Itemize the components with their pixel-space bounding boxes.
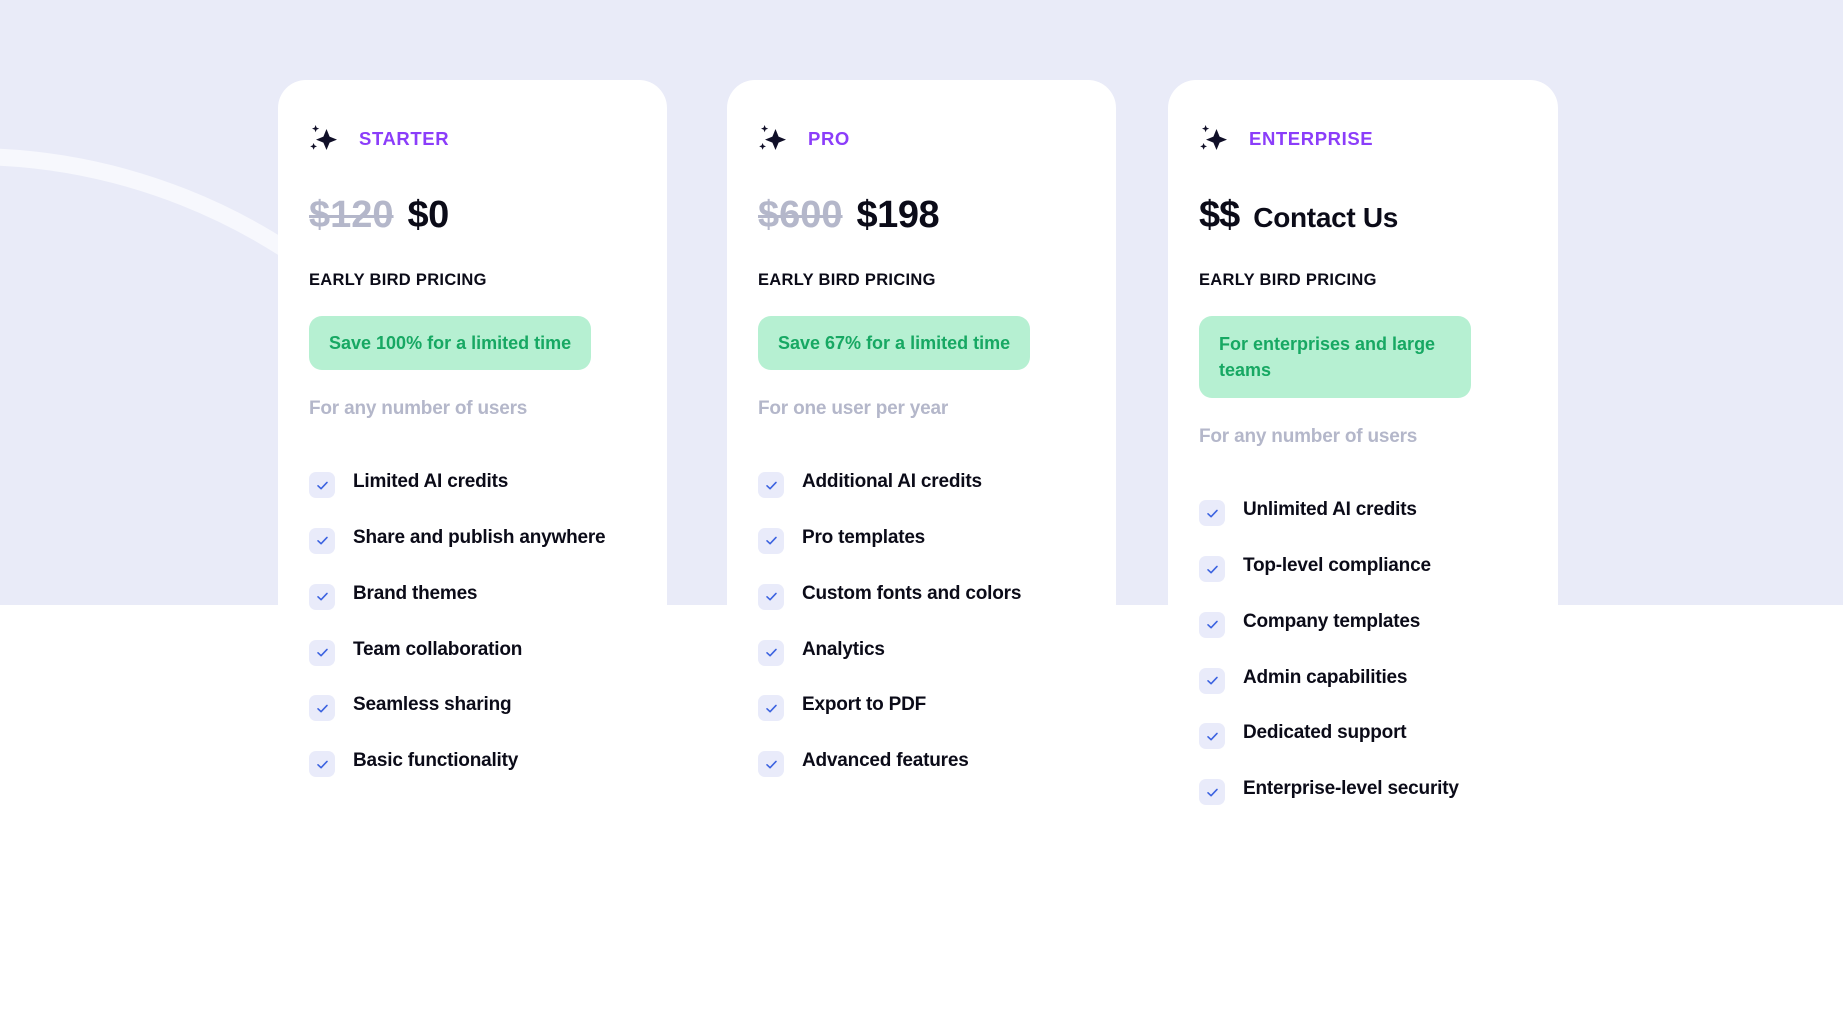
pricing-card-enterprise[interactable]: ENTERPRISE $$ Contact Us EARLY BIRD PRICING…: [1168, 80, 1558, 1035]
feature-label: Limited AI credits: [353, 471, 509, 493]
feature-label: Analytics: [802, 638, 885, 660]
feature-label: Advanced features: [802, 750, 969, 772]
original-price: $600: [758, 194, 843, 236]
feature-label: Pro templates: [802, 526, 926, 548]
check-icon: [1199, 500, 1225, 527]
user-scope-note: For one user per year: [758, 398, 949, 420]
feature-item: Unlimited AI credits: [1199, 498, 1527, 527]
user-scope-note: For any number of users: [1199, 426, 1418, 448]
check-icon: [1199, 779, 1225, 806]
feature-label: Basic functionality: [353, 750, 519, 772]
sparkle-icon: [309, 123, 339, 155]
check-icon: [309, 639, 335, 666]
feature-label: Team collaboration: [353, 638, 523, 660]
tier-label: PRO: [808, 128, 850, 149]
feature-item: Pro templates: [758, 526, 1085, 555]
check-icon: [1199, 723, 1225, 750]
feature-label: Export to PDF: [802, 694, 927, 716]
price-row: $120 $0: [309, 194, 636, 237]
pricing-cards-container: STARTER $120 $0 EARLY BIRD PRICING Save 100%…: [0, 0, 1843, 1035]
price-row: $600 $198: [758, 194, 1085, 237]
feature-item: Export to PDF: [758, 693, 1085, 722]
feature-item: Team collaboration: [309, 638, 636, 667]
check-icon: [309, 583, 335, 610]
feature-item: Additional AI credits: [758, 470, 1085, 499]
feature-item: Limited AI credits: [309, 470, 636, 499]
badge-wrapper: Save 100% for a limited time: [309, 290, 636, 371]
feature-label: Admin capabilities: [1243, 666, 1408, 688]
badge-wrapper: Save 67% for a limited time: [758, 290, 1085, 371]
tier-header: ENTERPRISE: [1199, 122, 1527, 156]
check-icon: [309, 751, 335, 778]
early-bird-eyebrow: EARLY BIRD PRICING: [1199, 271, 1377, 289]
feature-label: Company templates: [1243, 610, 1421, 632]
feature-item: Enterprise-level security: [1199, 777, 1527, 806]
feature-item: Brand themes: [309, 582, 636, 611]
check-icon: [1199, 667, 1225, 694]
badge-wrapper: For enterprises and large teams: [1199, 290, 1527, 399]
current-price: $0: [407, 194, 450, 236]
early-bird-eyebrow: EARLY BIRD PRICING: [758, 271, 936, 289]
feature-item: Dedicated support: [1199, 721, 1527, 750]
feature-list: Additional AI credits Pro templates Cust…: [758, 470, 1085, 778]
check-icon: [758, 527, 784, 554]
savings-badge: Save 100% for a limited time: [309, 316, 592, 371]
check-icon: [758, 751, 784, 778]
sparkle-icon: [1199, 123, 1229, 155]
sparkle-icon: [758, 123, 788, 155]
check-icon: [758, 583, 784, 610]
tier-label: STARTER: [359, 128, 450, 149]
tier-header: PRO: [758, 122, 1085, 156]
current-price: $198: [856, 194, 940, 236]
check-icon: [309, 527, 335, 554]
feature-label: Additional AI credits: [802, 471, 982, 493]
contact-us-label[interactable]: Contact Us: [1253, 202, 1398, 234]
price-symbol: $$: [1199, 194, 1240, 236]
check-icon: [1199, 611, 1225, 638]
check-icon: [1199, 556, 1225, 582]
check-icon: [758, 695, 784, 722]
feature-label: Unlimited AI credits: [1243, 499, 1417, 521]
feature-label: Seamless sharing: [353, 694, 512, 716]
feature-label: Brand themes: [353, 582, 478, 604]
feature-item: Share and publish anywhere: [309, 526, 636, 555]
tier-label: ENTERPRISE: [1249, 128, 1374, 149]
early-bird-eyebrow: EARLY BIRD PRICING: [309, 271, 487, 289]
check-icon: [309, 472, 335, 499]
feature-item: Custom fonts and colors: [758, 582, 1085, 611]
feature-item: Advanced features: [758, 749, 1085, 778]
check-icon: [758, 639, 784, 666]
user-scope-note: For any number of users: [309, 398, 528, 420]
check-icon: [309, 695, 335, 722]
feature-item: Company templates: [1199, 610, 1527, 639]
feature-list: Limited AI credits Share and publish any…: [309, 470, 636, 778]
feature-item: Analytics: [758, 638, 1085, 667]
feature-item: Top-level compliance: [1199, 554, 1527, 583]
feature-label: Top-level compliance: [1243, 555, 1431, 576]
check-icon: [758, 472, 784, 499]
feature-item: Seamless sharing: [309, 693, 636, 722]
feature-label: Enterprise-level security: [1243, 778, 1459, 800]
feature-item: Admin capabilities: [1199, 666, 1527, 695]
tier-header: STARTER: [309, 122, 636, 156]
feature-label: Share and publish anywhere: [353, 526, 606, 548]
feature-list: Unlimited AI credits Top-level complianc…: [1199, 498, 1527, 806]
feature-label: Custom fonts and colors: [802, 582, 1022, 604]
feature-item: Basic functionality: [309, 749, 636, 778]
pricing-card-pro[interactable]: PRO $600 $198 EARLY BIRD PRICING Save 67% fo…: [727, 80, 1116, 1035]
pricing-card-starter[interactable]: STARTER $120 $0 EARLY BIRD PRICING Save 100%…: [278, 80, 667, 1035]
savings-badge: Save 67% for a limited time: [758, 316, 1031, 371]
savings-badge: For enterprises and large teams: [1199, 316, 1471, 399]
feature-label: Dedicated support: [1243, 722, 1407, 744]
original-price: $120: [309, 194, 394, 236]
price-row: $$ Contact Us: [1199, 194, 1527, 237]
